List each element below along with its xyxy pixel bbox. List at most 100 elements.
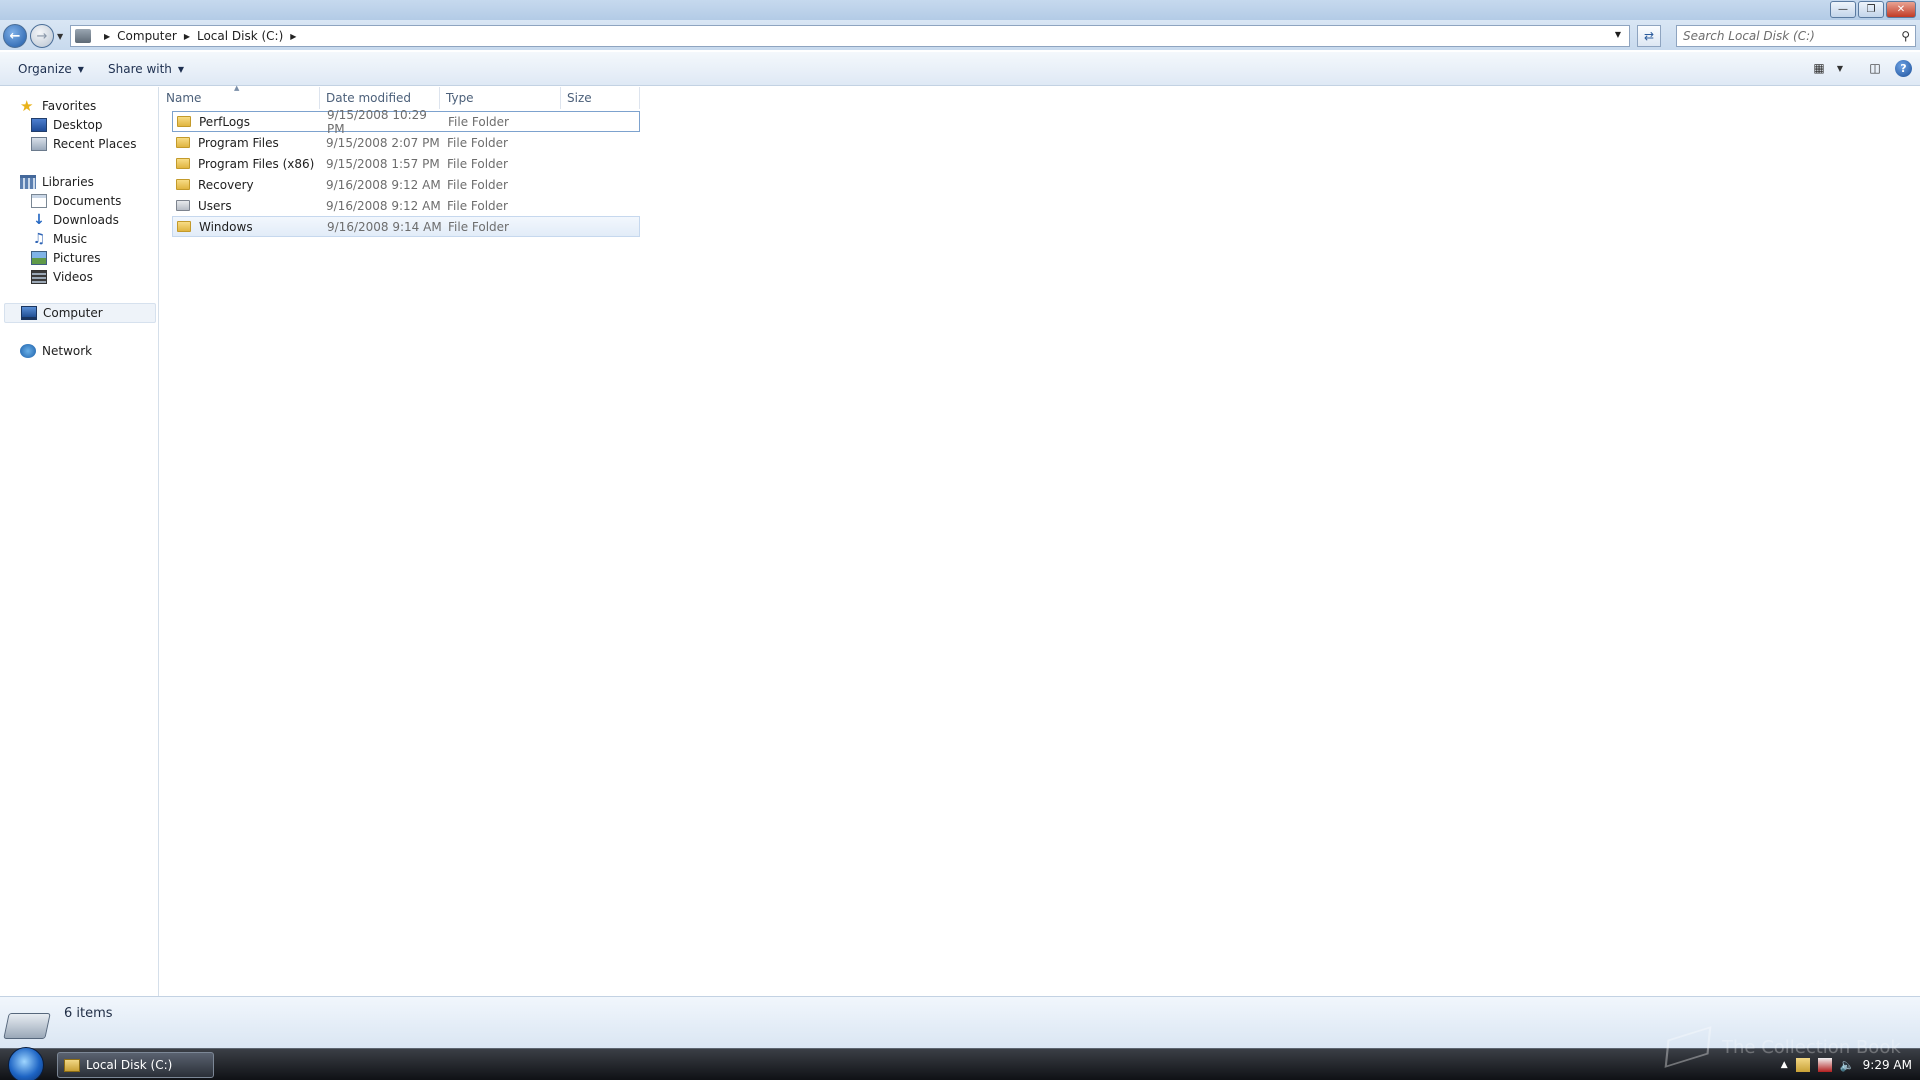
desktop-icon <box>31 118 47 132</box>
recent-pages-chevron-icon[interactable]: ▼ <box>57 32 63 41</box>
search-icon[interactable]: ⚲ <box>1901 29 1910 43</box>
music-icon: ♫ <box>32 231 46 247</box>
breadcrumb-local-disk[interactable]: Local Disk (C:) <box>197 29 283 43</box>
preview-pane-icon[interactable]: ◫ <box>1866 60 1884 76</box>
sidebar-item-label: Downloads <box>53 213 119 227</box>
sidebar-item-recent-places[interactable]: Recent Places <box>31 135 136 153</box>
chevron-down-icon: ▼ <box>177 64 185 74</box>
change-view-icon[interactable]: ▦ <box>1810 60 1828 76</box>
folder-icon <box>176 137 190 148</box>
details-pane: 6 items <box>0 996 1920 1048</box>
network-icon <box>20 344 36 358</box>
watermark-text: The Collection Book <box>1722 1036 1901 1058</box>
sidebar-item-pictures[interactable]: Pictures <box>31 249 101 267</box>
table-row[interactable]: Windows 9/16/2008 9:14 AM File Folder <box>172 216 640 237</box>
file-type: File Folder <box>447 156 508 171</box>
taskbar-item-local-disk[interactable]: Local Disk (C:) <box>57 1052 214 1078</box>
restore-icon[interactable]: ❐ <box>1858 1 1884 18</box>
videos-icon <box>31 270 47 284</box>
star-icon: ★ <box>20 97 34 115</box>
column-header-type[interactable]: Type <box>440 87 561 109</box>
folder-icon <box>177 221 191 232</box>
breadcrumb-arrow-icon[interactable]: ▶ <box>184 32 190 41</box>
view-options-chevron-icon[interactable]: ▼ <box>1831 60 1849 76</box>
search-input[interactable]: Search Local Disk (C:) ⚲ <box>1676 25 1916 47</box>
sidebar-item-desktop[interactable]: Desktop <box>31 116 103 134</box>
sort-ascending-icon: ▲ <box>234 84 240 92</box>
start-button[interactable] <box>8 1047 44 1080</box>
forward-button[interactable]: → <box>30 24 54 48</box>
sidebar-item-libraries[interactable]: Libraries <box>20 173 94 191</box>
file-date: 9/15/2008 1:57 PM <box>326 156 440 171</box>
table-row[interactable]: Program Files 9/15/2008 2:07 PM File Fol… <box>172 132 640 153</box>
sidebar-item-music[interactable]: ♫ Music <box>31 230 87 248</box>
users-folder-icon <box>176 200 190 211</box>
hard-drive-icon <box>3 1013 51 1039</box>
file-name: Users <box>198 198 232 213</box>
sidebar-item-label: Desktop <box>53 118 103 132</box>
share-with-label: Share with <box>108 62 172 76</box>
file-name: Recovery <box>198 177 254 192</box>
table-row[interactable]: Users 9/16/2008 9:12 AM File Folder <box>172 195 640 216</box>
taskbar: Local Disk (C:) ▲ 🔈 9:29 AM <box>0 1047 1920 1080</box>
column-header-size[interactable]: Size <box>561 87 640 109</box>
close-icon[interactable]: ✕ <box>1886 1 1916 18</box>
file-type: File Folder <box>448 219 509 234</box>
sidebar-item-label: Network <box>42 344 93 358</box>
sidebar-item-label: Computer <box>43 306 103 320</box>
address-dropdown-icon[interactable]: ▼ <box>1615 30 1621 39</box>
pictures-icon <box>31 251 47 265</box>
share-with-button[interactable]: Share with ▼ <box>108 62 184 76</box>
file-date: 9/16/2008 9:14 AM <box>327 219 442 234</box>
minimize-icon[interactable]: — <box>1830 1 1856 18</box>
sidebar-item-label: Videos <box>53 270 93 284</box>
file-name: Program Files (x86) <box>198 156 315 171</box>
file-date: 9/16/2008 9:12 AM <box>326 177 441 192</box>
breadcrumb-computer[interactable]: Computer <box>117 29 177 43</box>
sidebar-item-documents[interactable]: Documents <box>31 192 121 210</box>
navigation-bar: ← → ▼ ▶ Computer ▶ Local Disk (C:) ▶ ▼ ⇄… <box>0 20 1920 50</box>
sidebar-item-videos[interactable]: Videos <box>31 268 93 286</box>
downloads-icon: ↓ <box>33 212 45 228</box>
column-headers: ▲ Name Date modified Type Size <box>160 84 640 109</box>
sidebar-item-label: Music <box>53 232 88 246</box>
column-header-label: Type <box>446 91 474 105</box>
organize-label: Organize <box>18 62 72 76</box>
chevron-down-icon: ▼ <box>77 64 84 74</box>
sidebar-item-favorites[interactable]: ★ Favorites <box>20 97 96 115</box>
library-icon <box>20 175 36 189</box>
organize-button[interactable]: Organize ▼ <box>18 62 84 76</box>
column-header-label: Name <box>166 91 202 105</box>
sidebar-item-label: Favorites <box>42 99 97 113</box>
table-row[interactable]: Recovery 9/16/2008 9:12 AM File Folder <box>172 174 640 195</box>
sidebar-item-label: Recent Places <box>53 137 137 151</box>
recent-places-icon <box>31 137 47 151</box>
book-icon <box>1664 1026 1712 1068</box>
file-name: Program Files <box>198 135 279 150</box>
file-type: File Folder <box>447 177 508 192</box>
back-button[interactable]: ← <box>3 24 27 48</box>
sidebar-item-downloads[interactable]: ↓ Downloads <box>31 211 119 229</box>
taskbar-item-label: Local Disk (C:) <box>86 1058 173 1072</box>
column-header-name[interactable]: ▲ Name <box>160 84 320 109</box>
documents-icon <box>31 194 47 208</box>
window-controls: — ❐ ✕ <box>1830 1 1916 18</box>
column-header-date[interactable]: Date modified <box>320 87 440 109</box>
breadcrumb-arrow-icon[interactable]: ▶ <box>104 32 110 41</box>
breadcrumb-arrow-icon[interactable]: ▶ <box>290 32 296 41</box>
column-header-label: Date modified <box>326 91 412 105</box>
title-bar: — ❐ ✕ <box>0 0 1920 20</box>
file-name: Windows <box>199 219 253 234</box>
sidebar-item-computer[interactable]: Computer <box>4 303 156 323</box>
sidebar-item-network[interactable]: Network <box>20 342 92 360</box>
file-date: 9/16/2008 9:12 AM <box>326 198 441 213</box>
refresh-button[interactable]: ⇄ <box>1637 25 1661 47</box>
table-row[interactable]: PerfLogs 9/15/2008 10:29 PM File Folder <box>172 108 640 136</box>
folder-icon <box>176 179 190 190</box>
sidebar-item-label: Pictures <box>53 251 101 265</box>
help-icon[interactable]: ? <box>1895 60 1912 77</box>
explorer-icon <box>64 1058 80 1072</box>
table-row[interactable]: Program Files (x86) 9/15/2008 1:57 PM Fi… <box>172 153 640 174</box>
column-header-label: Size <box>567 91 592 105</box>
address-bar[interactable]: ▶ Computer ▶ Local Disk (C:) ▶ ▼ <box>70 25 1630 47</box>
